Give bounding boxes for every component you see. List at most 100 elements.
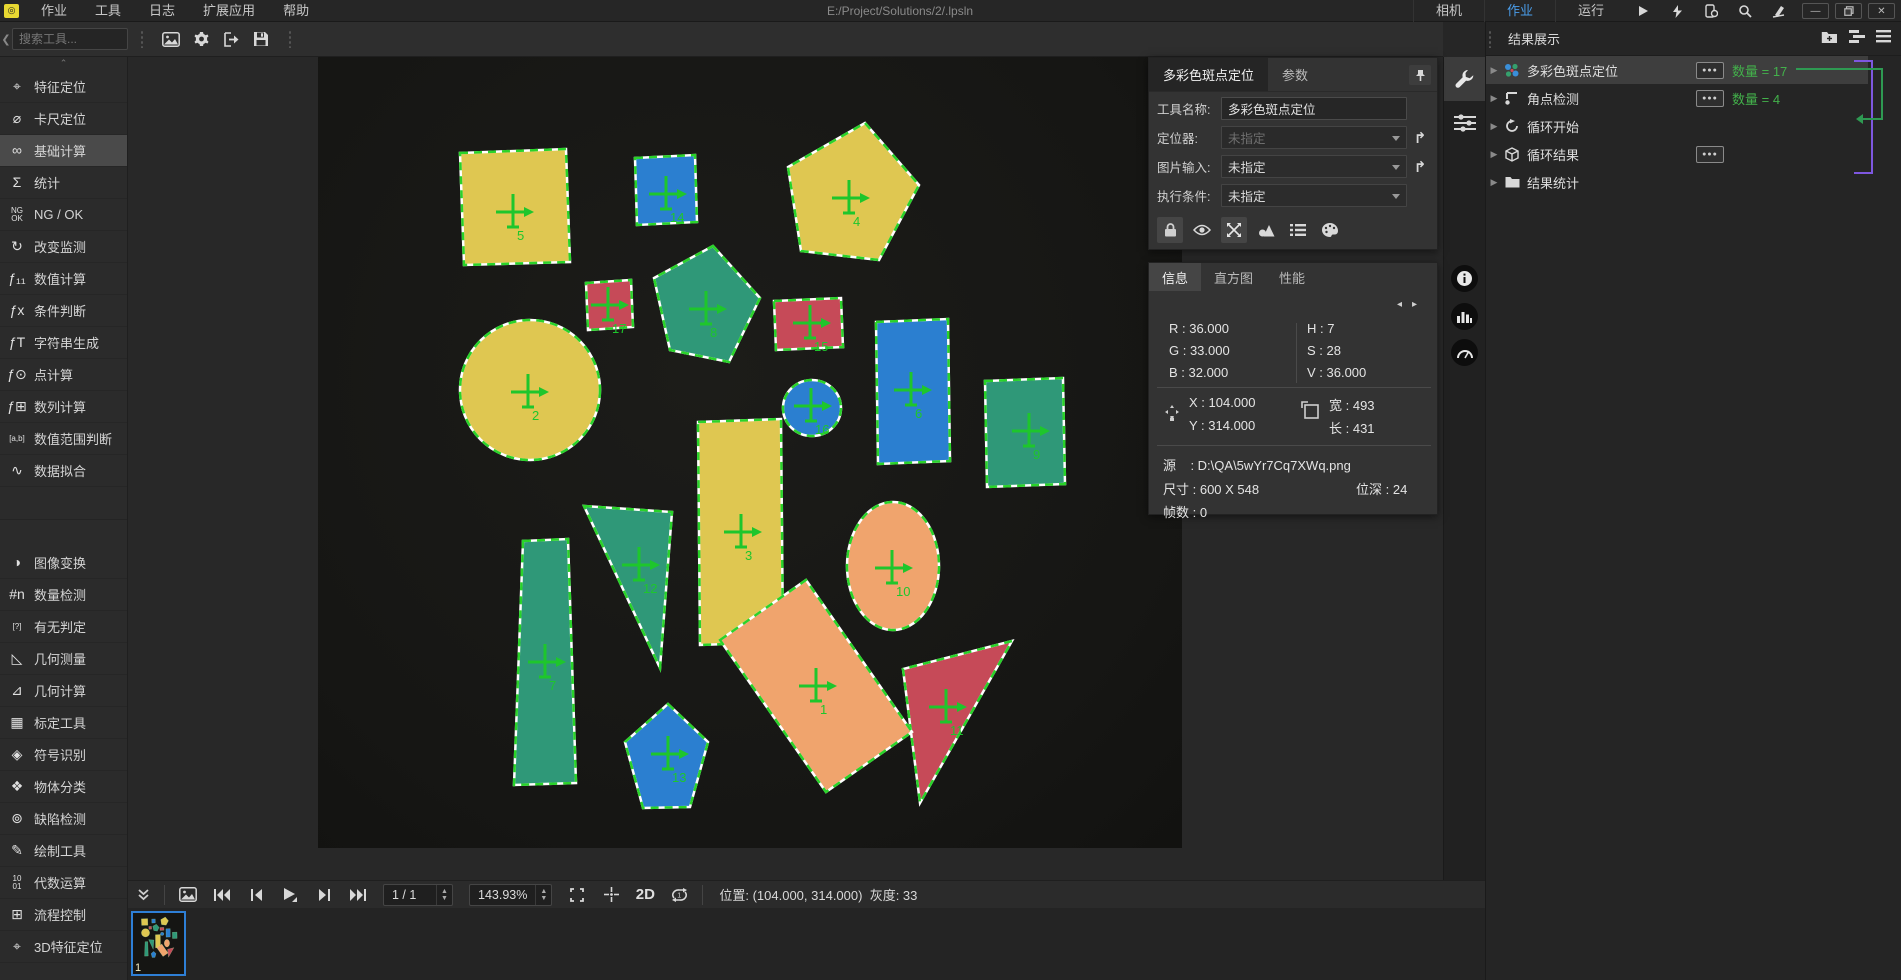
tool-name-input[interactable] xyxy=(1221,97,1407,120)
sidebar-item[interactable]: Σ统计 xyxy=(0,167,127,199)
info-pager-arrows[interactable]: ◂▸ xyxy=(1397,299,1427,310)
sidebar-item[interactable]: ⊞流程控制 xyxy=(0,899,127,931)
load-image-icon[interactable] xyxy=(171,883,205,907)
next-frame-icon[interactable] xyxy=(307,883,341,907)
inspected-image[interactable]: 5144178152166931271011131 xyxy=(318,57,1182,848)
zoom-spinner[interactable]: 143.93% ▲▼ xyxy=(469,884,552,906)
eye-visibility-icon[interactable] xyxy=(1189,217,1215,243)
expand-caret-icon[interactable]: ▶ xyxy=(1486,121,1502,132)
expand-caret-icon[interactable]: ▶ xyxy=(1486,177,1502,188)
center-crosshair-icon[interactable] xyxy=(594,883,628,907)
sidebar-item[interactable]: ∿数据拟合 xyxy=(0,455,127,487)
sidebar-item[interactable]: [a,b]数值范围判断 xyxy=(0,423,127,455)
tool-config-wrench-icon[interactable] xyxy=(1444,57,1486,101)
loop-once-icon[interactable]: 1 xyxy=(662,883,696,907)
play-icon[interactable] xyxy=(273,883,307,907)
quick-run-icon[interactable] xyxy=(1660,0,1694,22)
sidebar-item[interactable]: #n数量检测 xyxy=(0,579,127,611)
more-options-button[interactable]: ●●● xyxy=(1696,62,1724,79)
lock-icon[interactable] xyxy=(1157,217,1183,243)
tab-info[interactable]: 信息 xyxy=(1149,263,1201,291)
sidebar-item[interactable]: ⌖特征定位 xyxy=(0,71,127,103)
sidebar-item[interactable]: ❖物体分类 xyxy=(0,771,127,803)
expand-caret-icon[interactable]: ▶ xyxy=(1486,93,1502,104)
run-play-icon[interactable] xyxy=(1626,0,1660,22)
more-options-button[interactable]: ●●● xyxy=(1696,90,1724,107)
eraser-tool-icon[interactable] xyxy=(1762,0,1796,22)
prev-frame-icon[interactable] xyxy=(239,883,273,907)
mode-2d-button[interactable]: 2D xyxy=(628,883,662,907)
sidebar-item[interactable]: ƒx条件判断 xyxy=(0,295,127,327)
list-icon[interactable] xyxy=(1285,217,1311,243)
collapse-group-icon[interactable]: ⌃ xyxy=(0,57,127,71)
result-row-0[interactable]: ▶多彩色斑点定位●●●数量 = 17 xyxy=(1486,56,1868,84)
result-row-1[interactable]: ▶角点检测●●●数量 = 4 xyxy=(1486,84,1868,112)
menu-item-2[interactable]: 日志 xyxy=(135,0,189,22)
tab-performance[interactable]: 性能 xyxy=(1266,263,1318,291)
spinner-arrows[interactable]: ▲▼ xyxy=(535,885,551,905)
fit-screen-icon[interactable] xyxy=(560,883,594,907)
sidebar-item[interactable]: ⊚缺陷检测 xyxy=(0,803,127,835)
skip-last-icon[interactable] xyxy=(341,883,375,907)
camera-device-icon[interactable] xyxy=(1694,0,1728,22)
more-options-button[interactable]: ●●● xyxy=(1696,146,1724,163)
drag-handle[interactable] xyxy=(288,30,292,48)
sidebar-item[interactable]: NG OKNG / OK xyxy=(0,199,127,231)
result-row-2[interactable]: ▶循环开始 xyxy=(1486,112,1868,140)
expand-caret-icon[interactable]: ▶ xyxy=(1486,65,1502,76)
result-row-4[interactable]: ▶结果统计 xyxy=(1486,168,1868,196)
menu-item-1[interactable]: 工具 xyxy=(81,0,135,22)
settings-gear-icon[interactable] xyxy=(186,27,216,51)
mode-tab-1[interactable]: 作业 xyxy=(1484,0,1555,22)
result-row-3[interactable]: ▶循环结果●●● xyxy=(1486,140,1868,168)
sidebar-item[interactable]: ◈符号识别 xyxy=(0,739,127,771)
jump-to-source-icon[interactable]: ↱ xyxy=(1411,127,1429,149)
frame-spinner[interactable]: 1 / 1 ▲▼ xyxy=(383,884,453,906)
sidebar-item[interactable]: ▦标定工具 xyxy=(0,707,127,739)
histogram-circle-icon[interactable] xyxy=(1451,303,1478,330)
add-folder-icon[interactable] xyxy=(1821,30,1838,44)
tree-layers-icon[interactable] xyxy=(1849,30,1865,44)
collapse-sidebar-icon[interactable]: ❮ xyxy=(0,33,12,46)
mode-tab-0[interactable]: 相机 xyxy=(1413,0,1484,22)
shapes-overlay-icon[interactable] xyxy=(1253,217,1279,243)
parameters-sliders-icon[interactable] xyxy=(1444,101,1486,145)
search-input[interactable] xyxy=(12,28,128,50)
fit-expand-icon[interactable] xyxy=(1221,217,1247,243)
sidebar-item[interactable]: ∞基础计算 xyxy=(0,135,127,167)
field-select[interactable]: 未指定 xyxy=(1221,126,1407,149)
sidebar-item[interactable]: ⌖3D特征定位 xyxy=(0,931,127,963)
field-select[interactable]: 未指定 xyxy=(1221,155,1407,178)
pin-panel-icon[interactable] xyxy=(1409,65,1431,85)
sidebar-item[interactable]: ƒT字符串生成 xyxy=(0,327,127,359)
minimize-button[interactable]: — xyxy=(1802,3,1829,19)
expand-caret-icon[interactable]: ▶ xyxy=(1486,149,1502,160)
drag-handle[interactable] xyxy=(140,30,144,48)
tab-histogram[interactable]: 直方图 xyxy=(1201,263,1266,291)
sidebar-item[interactable]: 10 01代数运算 xyxy=(0,867,127,899)
skip-first-icon[interactable] xyxy=(205,883,239,907)
performance-gauge-icon[interactable] xyxy=(1451,339,1478,366)
save-icon[interactable] xyxy=(246,27,276,51)
sidebar-item[interactable]: ƒ⊙点计算 xyxy=(0,359,127,391)
image-thumbnail[interactable]: 1 xyxy=(131,911,186,976)
menu-item-0[interactable]: 作业 xyxy=(27,0,81,22)
sidebar-item[interactable]: ƒ₁₁数值计算 xyxy=(0,263,127,295)
export-icon[interactable] xyxy=(216,27,246,51)
restore-button[interactable] xyxy=(1835,3,1862,19)
menu-item-3[interactable]: 扩展应用 xyxy=(189,0,269,22)
sidebar-item[interactable]: ✎绘制工具 xyxy=(0,835,127,867)
menu-hamburger-icon[interactable] xyxy=(1876,30,1891,44)
mode-tab-2[interactable]: 运行 xyxy=(1555,0,1626,22)
sidebar-item[interactable]: ◑图像变换 xyxy=(0,547,127,579)
sidebar-item[interactable]: [?]有无判定 xyxy=(0,611,127,643)
sidebar-item[interactable]: ƒ⊞数列计算 xyxy=(0,391,127,423)
info-circle-icon[interactable] xyxy=(1451,265,1478,292)
menu-item-4[interactable]: 帮助 xyxy=(269,0,323,22)
expand-strip-icon[interactable] xyxy=(128,883,158,907)
tab-parameters[interactable]: 参数 xyxy=(1268,58,1322,91)
field-select[interactable]: 未指定 xyxy=(1221,184,1407,207)
sidebar-item[interactable]: ◺几何测量 xyxy=(0,643,127,675)
spinner-arrows[interactable]: ▲▼ xyxy=(436,885,452,905)
palette-icon[interactable] xyxy=(1317,217,1343,243)
